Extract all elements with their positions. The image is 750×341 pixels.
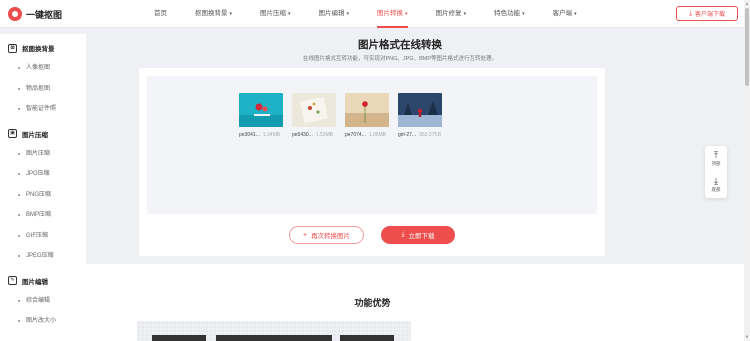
sidebar-item-resize[interactable]: 图片改大小 xyxy=(0,311,86,332)
chevron-down-icon: ▾ xyxy=(463,11,467,17)
image-edit-icon: ✎ xyxy=(8,276,17,285)
sidebar-item-png-compress[interactable]: PNG压缩 xyxy=(0,185,86,206)
nav-item-home[interactable]: 首页 xyxy=(140,0,181,28)
sidebar-item-bmp-compress[interactable]: BMP压缩 xyxy=(0,205,86,226)
page-subtitle: 在线图片格式互转功能，可实现对PNG、JPG、BMP等图片格式进行互转处理。 xyxy=(302,56,498,62)
file-size: 953.37KB xyxy=(419,132,442,138)
sidebar-item-jpg-compress[interactable]: JPG压缩 xyxy=(0,164,86,185)
file-thumbnail-image xyxy=(239,93,283,127)
arrow-to-top-icon: ⤒ xyxy=(714,150,718,160)
file-name: girl-27... xyxy=(398,132,417,138)
arrow-to-bottom-icon: ⤓ xyxy=(714,176,718,186)
image-compress-icon: ▣ xyxy=(8,129,17,138)
nav-item-cutout[interactable]: 抠图换背景 ▾ xyxy=(181,0,246,28)
converter-panel: pe3041... 1.04MB pe5430... 1.53MB pe7074… xyxy=(139,68,605,256)
top-navigation-bar: 一键抠图 首页 抠图换背景 ▾ 图片压缩 ▾ 图片编辑 ▾ 图片转换 ▾ 图片修复 ▾ 特… xyxy=(0,0,744,28)
chevron-down-icon: ▾ xyxy=(574,11,577,17)
go-to-bottom-button[interactable]: ⤓ 底部 xyxy=(705,172,727,198)
file-name: pe5430... xyxy=(292,132,313,138)
demo-image xyxy=(340,335,394,341)
convert-again-button[interactable]: + 再次转换图片 xyxy=(289,226,364,244)
logo-icon xyxy=(8,7,22,21)
brand-logo[interactable]: 一键抠图 xyxy=(8,7,62,21)
nav-item-convert[interactable]: 图片转换 ▾ xyxy=(363,0,422,28)
sidebar-group-edit[interactable]: ✎ 图片编辑 xyxy=(0,271,86,291)
file-card[interactable]: pe5430... 1.53MB xyxy=(292,93,336,138)
file-drop-area[interactable]: pe3041... 1.04MB pe5430... 1.53MB pe7074… xyxy=(147,76,597,214)
chevron-down-icon: ▾ xyxy=(288,11,291,17)
file-thumbnail-image xyxy=(398,93,442,127)
file-size: 1.05MB xyxy=(368,132,387,138)
sidebar-item-id-photo[interactable]: 智能证件照 xyxy=(0,99,86,120)
nav-item-features[interactable]: 特色功能 ▾ xyxy=(480,0,539,28)
chevron-down-icon: ▾ xyxy=(229,11,233,17)
download-client-button[interactable]: ⤓ 客户端下载 xyxy=(676,6,738,21)
back-to-top-button[interactable]: ⤒ 顶部 xyxy=(705,146,727,172)
download-now-button[interactable]: ⤓ 立即下载 xyxy=(381,226,455,244)
main-nav: 首页 抠图换背景 ▾ 图片压缩 ▾ 图片编辑 ▾ 图片转换 ▾ 图片修复 ▾ 特色功能 ▾ … xyxy=(140,0,591,28)
chevron-down-icon: ▾ xyxy=(405,11,408,17)
demo-image xyxy=(216,335,332,341)
advantages-title: 功能优势 xyxy=(354,298,391,308)
nav-item-edit[interactable]: 图片编辑 ▾ xyxy=(305,0,364,28)
nav-item-repair[interactable]: 图片修复 ▾ xyxy=(422,0,481,28)
file-size: 1.53MB xyxy=(315,132,334,138)
file-thumbnail-image xyxy=(345,93,389,127)
sidebar-item-jpeg-compress[interactable]: JPEG压缩 xyxy=(0,246,86,267)
plus-icon: + xyxy=(302,231,308,239)
image-cutout-icon: ⊠ xyxy=(8,43,17,53)
file-thumbnail-image xyxy=(292,93,336,127)
page-scrollbar[interactable]: ▲ ▼ xyxy=(744,0,750,341)
file-card[interactable]: girl-27... 953.37KB xyxy=(398,93,442,138)
nav-item-compress[interactable]: 图片压缩 ▾ xyxy=(246,0,305,28)
demo-image xyxy=(152,335,206,341)
floating-toolbar: ⤒ 顶部 ⤓ 底部 xyxy=(705,146,727,198)
download-icon: ⤓ xyxy=(401,231,405,238)
file-name: pe7074... xyxy=(345,132,366,138)
sidebar-item-object-cutout[interactable]: 物品抠图 xyxy=(0,79,86,100)
sidebar-item-portrait-cutout[interactable]: 人像抠图 xyxy=(0,58,86,79)
sidebar-item-general-edit[interactable]: 综合编辑 xyxy=(0,291,86,312)
scroll-down-arrow-icon[interactable]: ▼ xyxy=(744,334,750,340)
page-title: 图片格式在线转换 xyxy=(358,39,442,51)
sidebar-item-gif-compress[interactable]: GIF压缩 xyxy=(0,226,86,247)
brand-name: 一键抠图 xyxy=(26,9,63,20)
sidebar-group-cutout[interactable]: ⊠ 抠图换背景 xyxy=(0,38,86,58)
chevron-down-icon: ▾ xyxy=(346,11,350,17)
nav-item-client[interactable]: 客户端 ▾ xyxy=(539,0,591,28)
download-icon: ⤓ xyxy=(688,9,693,17)
file-card[interactable]: pe3041... 1.04MB xyxy=(239,93,283,138)
chevron-down-icon: ▾ xyxy=(522,11,525,17)
sidebar: ⊠ 抠图换背景 人像抠图 物品抠图 智能证件照 ▣ 图片压缩 图片压缩 JPG压… xyxy=(0,34,86,341)
file-card[interactable]: pe7074... 1.05MB xyxy=(345,93,389,138)
sidebar-group-compress[interactable]: ▣ 图片压缩 xyxy=(0,124,86,144)
scrollbar-thumb[interactable] xyxy=(745,8,749,86)
scroll-up-arrow-icon[interactable]: ▲ xyxy=(744,1,750,7)
file-name: pe3041... xyxy=(239,132,260,138)
sidebar-item-image-compress[interactable]: 图片压缩 xyxy=(0,144,86,165)
file-size: 1.04MB xyxy=(262,132,281,138)
